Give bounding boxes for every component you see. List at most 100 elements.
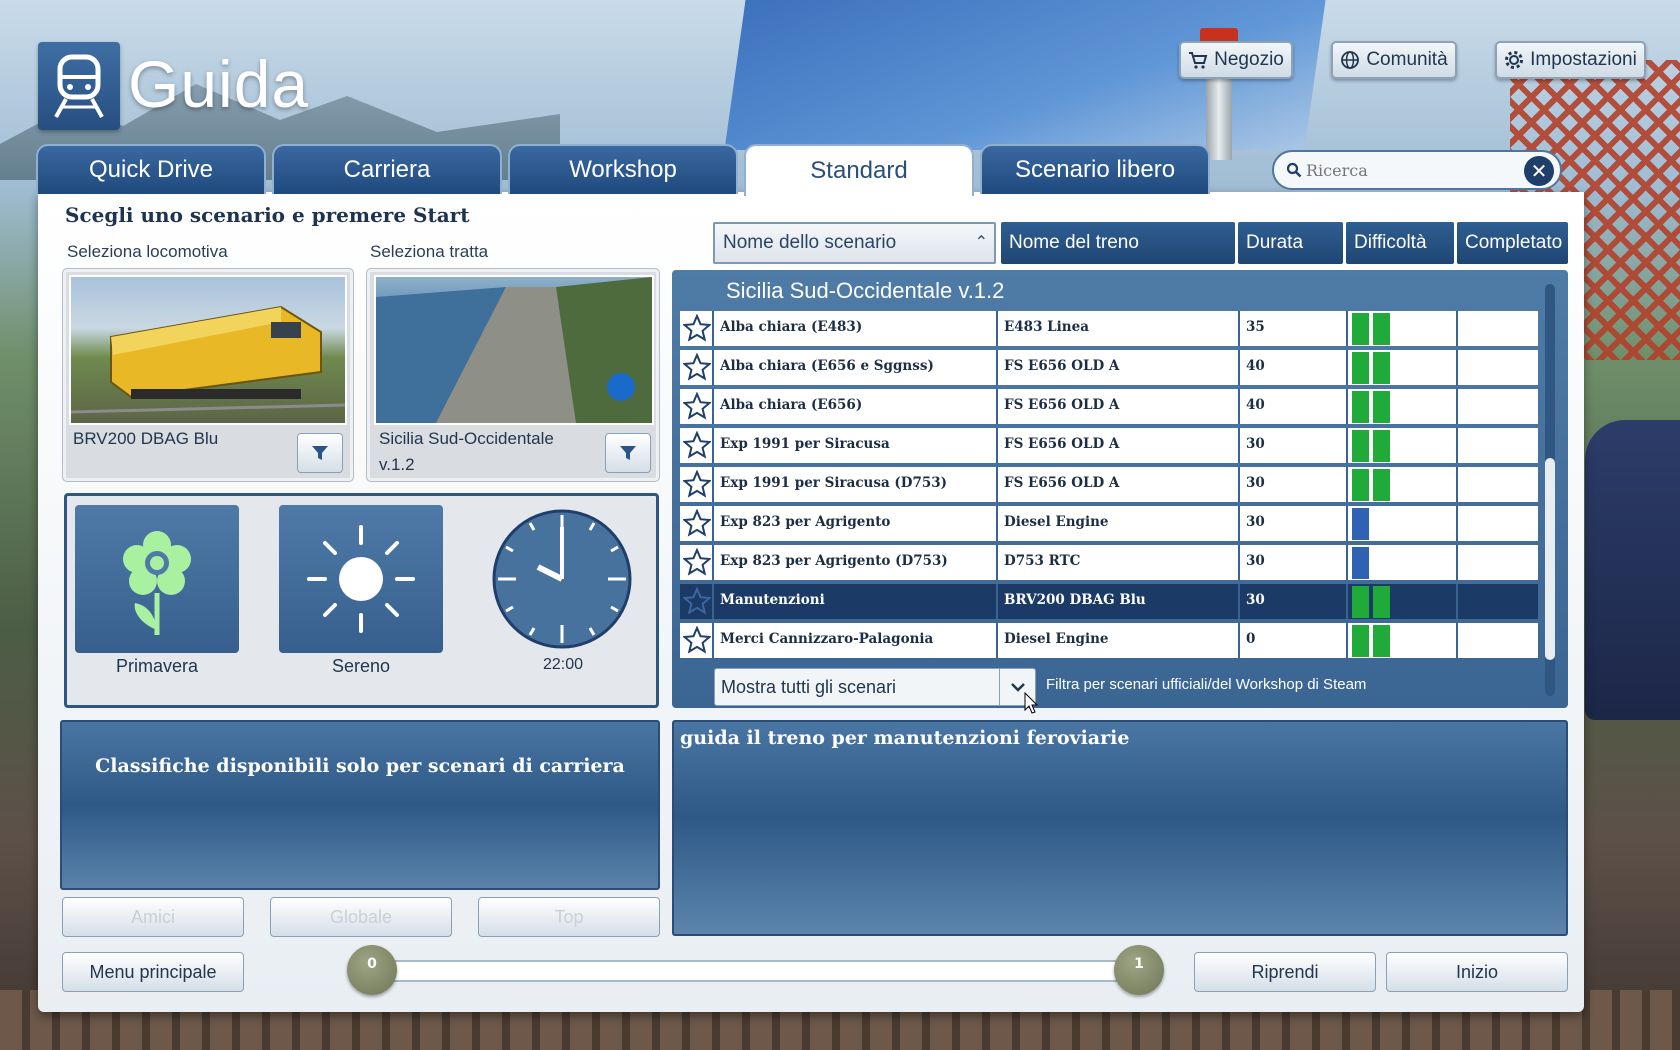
instruction-text: Scegli uno scenario e premere Start (65, 203, 470, 227)
table-row[interactable]: Alba chiara (E483) E483 Linea 35 (680, 311, 1538, 348)
difficulty-bar (1352, 352, 1369, 384)
difficulty-cell (1348, 623, 1458, 658)
favorite-star-icon[interactable] (680, 506, 714, 541)
cart-icon (1189, 52, 1208, 69)
difficulty-bar (1352, 625, 1369, 657)
duration-cell: 30 (1240, 428, 1348, 463)
scenario-description: guida il treno per manutenzioni feroviar… (680, 727, 1130, 749)
gear-icon (1505, 51, 1524, 69)
globe-icon (1341, 51, 1360, 69)
store-button[interactable]: Negozio (1179, 41, 1293, 79)
search-icon (1286, 162, 1302, 178)
header-scenario-label: Nome dello scenario (723, 232, 897, 253)
leaderboard-message: Classifiche disponibili solo per scenari… (95, 755, 625, 777)
clock-icon (492, 509, 632, 649)
table-row[interactable]: Exp 823 per Agrigento Diesel Engine 30 (680, 506, 1538, 543)
route-filter-button[interactable] (605, 433, 651, 473)
header-duration[interactable]: Durata (1238, 222, 1343, 264)
table-row[interactable]: Exp 1991 per Siracusa FS E656 OLD A 30 (680, 428, 1538, 465)
tab-standard[interactable]: Standard (744, 144, 974, 196)
completed-cell (1458, 623, 1538, 658)
tab-workshop[interactable]: Workshop (508, 144, 738, 194)
scenario-name-cell: Alba chiara (E483) (714, 311, 998, 346)
scenario-name-cell: Exp 1991 per Siracusa (D753) (714, 467, 998, 502)
scenario-name-cell: Exp 1991 per Siracusa (714, 428, 998, 463)
duration-cell: 40 (1240, 389, 1348, 424)
flower-icon (123, 531, 191, 635)
table-row[interactable]: Exp 1991 per Siracusa (D753) FS E656 OLD … (680, 467, 1538, 504)
scenario-filter-dropdown[interactable]: Mostra tutti gli scenari (714, 668, 1036, 706)
table-row[interactable]: Merci Cannizzaro-Palagonia Diesel Engine 0 (680, 623, 1538, 660)
table-row[interactable]: Alba chiara (E656 e Sggnss) FS E656 OLD A… (680, 350, 1538, 387)
scenario-name-cell: Manutenzioni (714, 584, 998, 619)
loco-filter-button[interactable] (297, 433, 343, 473)
favorite-star-icon[interactable] (680, 389, 714, 424)
header-scenario-name[interactable]: Nome dello scenario ⌃ (713, 222, 996, 264)
completed-cell (1458, 506, 1538, 541)
difficulty-bar (1352, 430, 1369, 462)
train-name-cell: Diesel Engine (998, 506, 1240, 541)
loco-name: BRV200 DBAG Blu (73, 429, 219, 448)
main-menu-button[interactable]: Menu principale (62, 952, 244, 992)
favorite-star-icon[interactable] (680, 350, 714, 385)
filter-icon (312, 446, 328, 460)
completed-cell (1458, 389, 1538, 424)
tab-scenario-libero[interactable]: Scenario libero (980, 144, 1210, 194)
weather-button[interactable] (279, 505, 443, 653)
tab-carriera[interactable]: Carriera (272, 144, 502, 194)
train-name-cell: FS E656 OLD A (998, 389, 1240, 424)
clear-search-button[interactable]: ✕ (1524, 156, 1554, 186)
scenario-name-cell: Exp 823 per Agrigento (D753) (714, 545, 998, 580)
description-panel (672, 720, 1568, 936)
start-button[interactable]: Inizio (1386, 952, 1568, 992)
difficulty-bar (1373, 430, 1390, 462)
difficulty-bar (1373, 391, 1390, 423)
friends-button[interactable]: Amici (62, 897, 244, 937)
settings-button[interactable]: Impostazioni (1495, 41, 1646, 79)
sun-icon (307, 525, 415, 633)
list-scrollbar-thumb[interactable] (1545, 458, 1555, 660)
favorite-star-icon[interactable] (680, 467, 714, 502)
resume-button[interactable]: Riprendi (1194, 952, 1376, 992)
slider-track[interactable] (372, 960, 1142, 982)
difficulty-bar (1352, 391, 1369, 423)
favorite-star-icon[interactable] (680, 623, 714, 658)
tab-quick-drive[interactable]: Quick Drive (36, 144, 266, 194)
favorite-star-icon[interactable] (680, 584, 714, 619)
difficulty-bar (1373, 313, 1390, 345)
route-name-line1: Sicilia Sud-Occidentale (379, 429, 554, 448)
favorite-star-icon[interactable] (680, 545, 714, 580)
clock-button[interactable] (490, 503, 634, 659)
global-button[interactable]: Globale (270, 897, 452, 937)
header-completed[interactable]: Completato (1457, 222, 1568, 264)
weather-label: Sereno (331, 656, 391, 676)
slider-min-knob[interactable]: 0 (347, 945, 397, 995)
completed-cell (1458, 467, 1538, 502)
table-row[interactable]: Manutenzioni BRV200 DBAG Blu 30 (680, 584, 1538, 621)
favorite-star-icon[interactable] (680, 311, 714, 346)
favorite-star-icon[interactable] (680, 428, 714, 463)
difficulty-bar (1352, 508, 1369, 540)
search-input[interactable] (1306, 160, 1526, 180)
loco-thumbnail (69, 275, 347, 425)
community-button[interactable]: Comunità (1331, 41, 1457, 79)
train-name-cell: BRV200 DBAG Blu (998, 584, 1240, 619)
train-name-cell: FS E656 OLD A (998, 428, 1240, 463)
difficulty-cell (1348, 545, 1458, 580)
difficulty-bar (1352, 313, 1369, 345)
slider-max-knob[interactable]: 1 (1114, 945, 1164, 995)
page-title: Guida (128, 47, 310, 121)
header-train-name[interactable]: Nome del treno (1001, 222, 1235, 264)
table-row[interactable]: Exp 823 per Agrigento (D753) D753 RTC 30 (680, 545, 1538, 582)
top-button[interactable]: Top (478, 897, 660, 937)
dropdown-value: Mostra tutti gli scenari (721, 677, 897, 697)
completed-cell (1458, 311, 1538, 346)
time-label: 22:00 (542, 656, 584, 673)
header-difficulty[interactable]: Difficoltà (1346, 222, 1454, 264)
difficulty-bar (1352, 586, 1369, 618)
loco-section-label: Seleziona locomotiva (67, 242, 228, 261)
sort-ascending-icon: ⌃ (974, 234, 988, 251)
season-button[interactable] (75, 505, 239, 653)
table-row[interactable]: Alba chiara (E656) FS E656 OLD A 40 (680, 389, 1538, 426)
scenario-name-cell: Merci Cannizzaro-Palagonia (714, 623, 998, 658)
